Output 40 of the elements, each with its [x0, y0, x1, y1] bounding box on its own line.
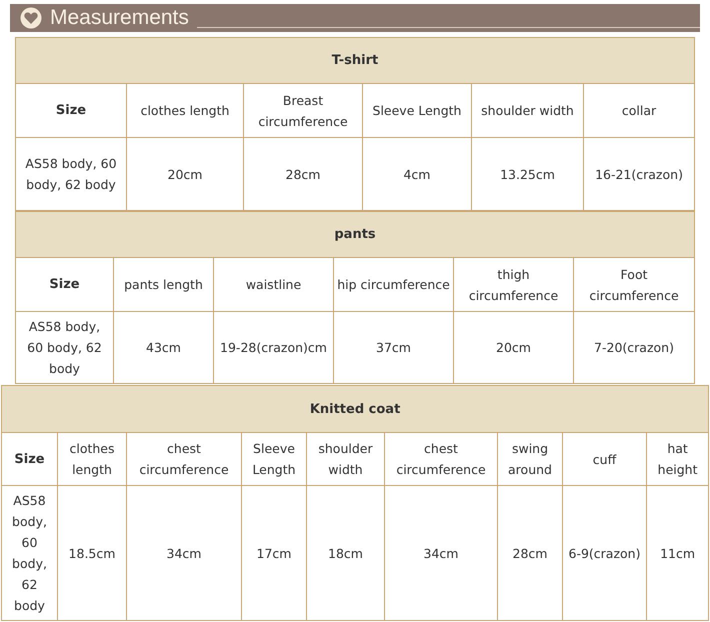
table-title: pants [16, 212, 695, 258]
table-cell: 28cm [498, 486, 562, 620]
table-cell: 18cm [306, 486, 384, 620]
table-cell: 19-28(crazon)cm [214, 312, 334, 384]
column-header: Breast circumference [244, 84, 362, 138]
column-header: Sleeve Length [242, 432, 306, 486]
column-header: Size [16, 258, 114, 312]
table-cell: AS58 body, 60 body, 62 body [16, 312, 114, 384]
table-cell: 34cm [384, 486, 498, 620]
column-header: Size [2, 432, 58, 486]
table-cell: 34cm [126, 486, 242, 620]
column-header: chest circumference [384, 432, 498, 486]
column-header: clothes length [58, 432, 126, 486]
column-header: hip circumference [334, 258, 454, 312]
table-cell: 20cm [454, 312, 574, 384]
column-header: Size [16, 84, 126, 138]
column-header: pants length [114, 258, 214, 312]
table-cell: AS58 body, 60 body, 62 body [2, 486, 58, 620]
column-header: swing around [498, 432, 562, 486]
table-cell: 7-20(crazon) [574, 312, 695, 384]
column-header: Foot circumference [574, 258, 695, 312]
column-header: thigh circumference [454, 258, 574, 312]
column-header: chest circumference [126, 432, 242, 486]
column-header: Sleeve Length [362, 84, 472, 138]
column-header: collar [584, 84, 695, 138]
table-cell: 6-9(crazon) [562, 486, 646, 620]
column-header: waistline [214, 258, 334, 312]
table-cell: 43cm [114, 312, 214, 384]
table-cell: 37cm [334, 312, 454, 384]
column-header: cuff [562, 432, 646, 486]
table-cell: 18.5cm [58, 486, 126, 620]
column-header: shoulder width [306, 432, 384, 486]
column-header: shoulder width [472, 84, 584, 138]
table-title: T-shirt [16, 38, 695, 84]
column-header: clothes length [126, 84, 244, 138]
section-title: Measurements [50, 5, 189, 31]
table-title: Knitted coat [2, 386, 709, 432]
table-cell: 17cm [242, 486, 306, 620]
column-header: hat height [646, 432, 709, 486]
table-cell: 11cm [646, 486, 709, 620]
